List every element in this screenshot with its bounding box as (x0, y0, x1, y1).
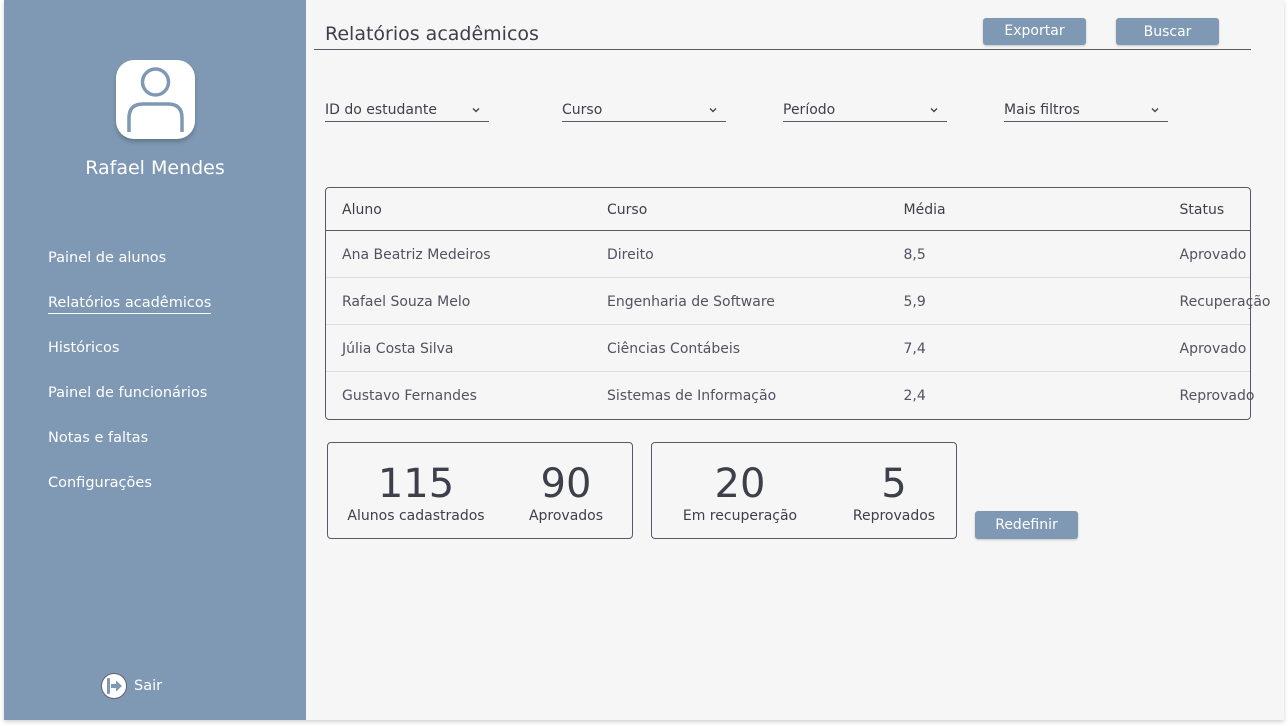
header-divider (314, 49, 1251, 50)
cell-status: Reprovado (1179, 388, 1255, 404)
stat-value: 5 (881, 461, 907, 507)
sidebar: Rafael Mendes Painel de alunos Relatório… (4, 0, 306, 720)
cell-status-text: Reprovado (1179, 388, 1255, 404)
sidebar-item-configuracoes[interactable]: Configurações (48, 475, 152, 491)
cell-aluno: Gustavo Fernandes (342, 388, 477, 404)
stat-label: Reprovados (852, 508, 936, 524)
cell-media-text: 7,4 (903, 341, 926, 357)
stat-value: 115 (377, 461, 455, 507)
cell-status: Aprovado (1179, 247, 1247, 263)
search-button[interactable]: Buscar (1116, 18, 1219, 45)
page-title: Relatórios acadêmicos (325, 23, 539, 45)
sidebar-item-historicos[interactable]: Históricos (48, 340, 119, 356)
logout-label: Sair (134, 678, 163, 694)
cell-curso: Engenharia de Software (607, 294, 775, 310)
stat-value: 20 (714, 461, 766, 507)
sidebar-item-painel-de-funcionarios[interactable]: Painel de funcionários (48, 385, 207, 401)
reports-table: Aluno Curso Média Status Ana Beatriz Med… (325, 187, 1271, 420)
stats-card-enrollment: 115 Alunos cadastrados 90 Aprovados (327, 442, 633, 539)
cell-media: 8,5 (903, 247, 926, 263)
filter-student-id[interactable]: ID do estudante (325, 100, 489, 122)
filter-label: ID do estudante (325, 102, 437, 118)
column-header-media[interactable]: Média (903, 202, 946, 218)
app-window: Rafael Mendes Painel de alunos Relatório… (4, 0, 1284, 720)
export-button[interactable]: Exportar (983, 18, 1086, 45)
cell-status: Aprovado (1179, 341, 1247, 357)
filter-period[interactable]: Período (783, 100, 947, 122)
cell-media: 7,4 (903, 341, 926, 357)
cell-aluno: Ana Beatriz Medeiros (342, 247, 491, 263)
filter-label: Curso (562, 102, 603, 118)
column-header-curso[interactable]: Curso (607, 202, 647, 218)
filter-label: Mais filtros (1004, 102, 1080, 118)
cell-curso: Direito (607, 247, 654, 263)
cell-status-text: Aprovado (1179, 341, 1247, 357)
stat-value: 90 (540, 461, 592, 507)
table-header: Aluno Curso Média Status (326, 188, 1250, 231)
column-header-status[interactable]: Status (1179, 202, 1225, 218)
user-name: Rafael Mendes (85, 157, 225, 179)
cell-media: 5,9 (903, 294, 926, 310)
cell-media-text: 2,4 (903, 388, 926, 404)
cell-media: 2,4 (903, 388, 926, 404)
chevron-down-icon (709, 108, 717, 113)
chevron-down-icon (472, 108, 480, 113)
cell-status: Recuperação (1179, 294, 1271, 310)
stat-label: Alunos cadastrados (347, 508, 485, 524)
cell-aluno: Júlia Costa Silva (342, 341, 454, 357)
cell-curso: Ciências Contábeis (607, 341, 741, 357)
stat-label: Em recuperação (682, 508, 798, 524)
table-row[interactable]: Gustavo Fernandes Sistemas de Informação… (326, 372, 1255, 419)
column-header-status-text: Status (1179, 202, 1225, 218)
filter-label: Período (783, 102, 836, 118)
cell-aluno: Rafael Souza Melo (342, 294, 471, 310)
cell-status-text: Recuperação (1179, 294, 1271, 310)
filter-more[interactable]: Mais filtros (1004, 100, 1168, 122)
stats-card-results: 20 Em recuperação 5 Reprovados (651, 442, 957, 539)
column-header-media-text: Média (903, 202, 946, 218)
table-row[interactable]: Júlia Costa Silva Ciências Contábeis 7,4… (326, 325, 1250, 372)
table-row[interactable]: Rafael Souza Melo Engenharia de Software… (326, 278, 1271, 325)
table-row[interactable]: Ana Beatriz Medeiros Direito 8,5 Aprovad… (326, 231, 1250, 278)
stat-label: Aprovados (528, 508, 604, 524)
user-icon (127, 67, 184, 132)
filter-course[interactable]: Curso (562, 100, 726, 122)
sidebar-item-painel-de-alunos[interactable]: Painel de alunos (48, 250, 166, 266)
reset-button[interactable]: Redefinir (975, 511, 1078, 539)
sidebar-item-notas-e-faltas[interactable]: Notas e faltas (48, 430, 148, 446)
chevron-down-icon (1151, 108, 1159, 113)
logout-button[interactable]: Sair (100, 672, 162, 700)
cell-media-text: 5,9 (903, 294, 926, 310)
sidebar-item-relatorios-academicos[interactable]: Relatórios acadêmicos (48, 295, 212, 314)
chevron-down-icon (930, 108, 938, 113)
cell-status-text: Aprovado (1179, 247, 1247, 263)
column-header-aluno[interactable]: Aluno (342, 202, 382, 218)
cell-media-text: 8,5 (903, 247, 926, 263)
cell-curso: Sistemas de Informação (607, 388, 777, 404)
avatar[interactable] (116, 60, 195, 139)
logout-icon (101, 673, 127, 699)
